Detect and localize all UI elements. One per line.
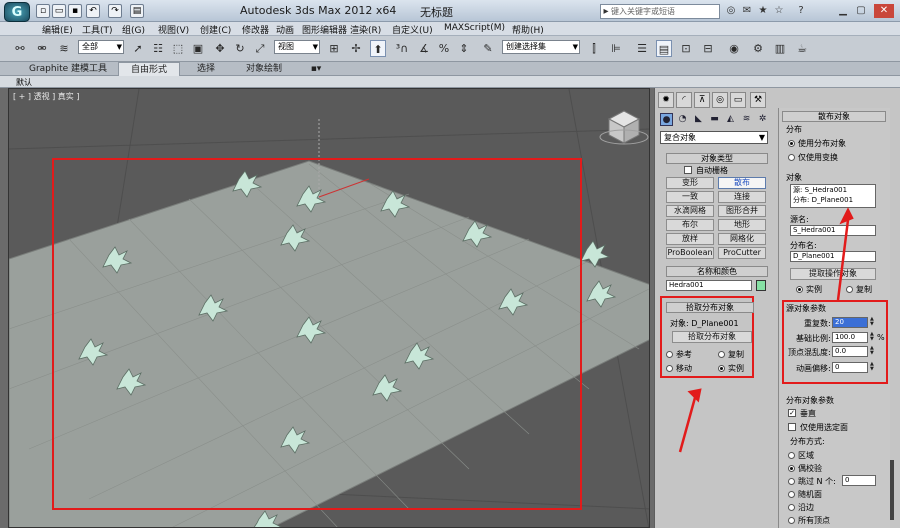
annotation-arrows bbox=[678, 207, 854, 453]
